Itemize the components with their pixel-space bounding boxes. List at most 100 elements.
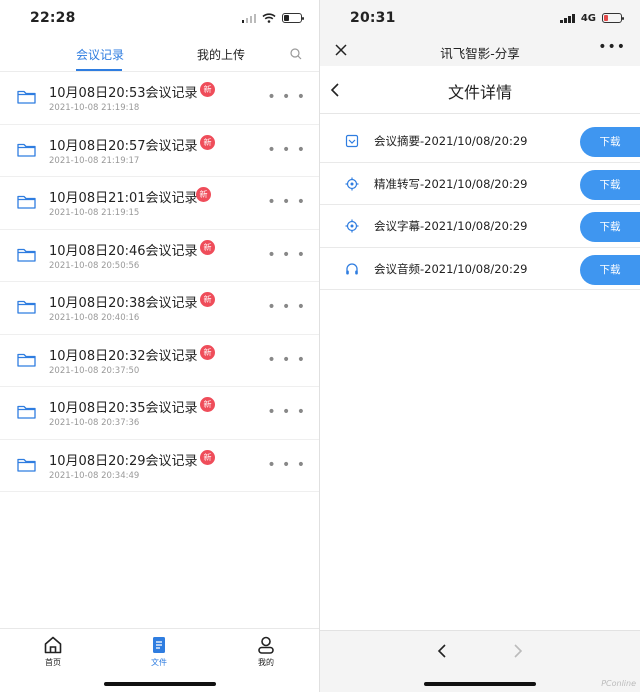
home-indicator bbox=[104, 682, 216, 686]
file-name: 精准转写-2021/10/08/20:29 bbox=[374, 176, 528, 191]
right-screen: 20:31 4G 讯飞智影-分享 ••• 文件详情 会议摘要-2021/10/0… bbox=[320, 0, 640, 692]
more-options-icon[interactable]: • • • bbox=[267, 143, 306, 157]
search-icon[interactable] bbox=[290, 48, 302, 60]
signal-icon bbox=[560, 13, 575, 23]
more-options-icon[interactable]: • • • bbox=[267, 353, 306, 367]
target-icon bbox=[345, 219, 359, 233]
home-indicator bbox=[424, 682, 536, 686]
file-name: 会议字幕-2021/10/08/20:29 bbox=[374, 219, 528, 233]
tab-bar: 会议记录 我的上传 bbox=[0, 36, 320, 72]
record-timestamp: 2021-10-08 20:37:36 bbox=[49, 418, 140, 428]
folder-icon bbox=[17, 143, 36, 157]
page-title: 文件详情 bbox=[447, 83, 512, 102]
download-button[interactable]: 下载 bbox=[580, 169, 640, 200]
window-title: 讯飞智影-分享 bbox=[440, 46, 520, 61]
status-time: 20:31 bbox=[350, 10, 396, 26]
watermark: PConline bbox=[601, 679, 636, 688]
browser-back-icon[interactable] bbox=[436, 643, 448, 659]
file-row: 精准转写-2021/10/08/20:29 下载 bbox=[320, 163, 640, 205]
summary-icon bbox=[345, 134, 359, 148]
bottom-tab-bar: 首页 文件 我的 bbox=[0, 628, 320, 692]
more-options-icon[interactable]: • • • bbox=[267, 195, 306, 209]
signal-icon bbox=[241, 13, 256, 23]
file-row: 会议摘要-2021/10/08/20:29 下载 bbox=[320, 120, 640, 163]
nav-profile-label: 我的 bbox=[258, 658, 274, 667]
list-item[interactable]: 10月08日20:38会议记录 新 2021-10-08 20:40:16 • … bbox=[0, 282, 320, 335]
tab-meeting-records[interactable]: 会议记录 bbox=[76, 46, 124, 63]
new-badge: 新 bbox=[200, 239, 215, 255]
home-icon bbox=[44, 636, 62, 654]
tab-my-uploads[interactable]: 我的上传 bbox=[197, 46, 245, 63]
more-options-icon[interactable]: • • • bbox=[267, 248, 306, 262]
left-screen: 22:28 会议记录 我的上传 10月08日20:53会议记录 新 2021-1… bbox=[0, 0, 320, 692]
record-timestamp: 2021-10-08 21:19:17 bbox=[49, 155, 140, 166]
more-options-icon[interactable]: • • • bbox=[267, 458, 306, 472]
file-name: 会议音频-2021/10/08/20:29 bbox=[374, 261, 528, 276]
browser-forward-icon[interactable] bbox=[512, 643, 524, 659]
browser-nav-bar: PConline bbox=[320, 630, 640, 692]
record-timestamp: 2021-10-08 21:19:15 bbox=[49, 208, 140, 218]
profile-icon bbox=[258, 636, 274, 654]
folder-icon bbox=[17, 458, 36, 472]
record-timestamp: 2021-10-08 20:37:50 bbox=[49, 365, 140, 376]
nav-profile[interactable]: 我的 bbox=[246, 635, 286, 668]
record-timestamp: 2021-10-08 20:50:56 bbox=[49, 260, 140, 271]
list-item[interactable]: 10月08日20:46会议记录 新 2021-10-08 20:50:56 • … bbox=[0, 230, 320, 282]
download-button[interactable]: 下载 bbox=[580, 254, 640, 285]
status-bar: 22:28 bbox=[0, 0, 320, 36]
list-item[interactable]: 10月08日21:01会议记录 新 2021-10-08 21:19:15 • … bbox=[0, 177, 320, 230]
record-timestamp: 2021-10-08 20:34:49 bbox=[49, 470, 140, 481]
file-list: 会议摘要-2021/10/08/20:29 下载 精准转写-2021/10/08… bbox=[320, 120, 640, 290]
webview-title-bar: 讯飞智影-分享 ••• bbox=[320, 36, 640, 66]
file-row: 会议字幕-2021/10/08/20:29 下载 bbox=[320, 205, 640, 248]
file-row: 会议音频-2021/10/08/20:29 下载 bbox=[320, 248, 640, 290]
more-options-icon[interactable]: • • • bbox=[267, 90, 306, 104]
list-item[interactable]: 10月08日20:29会议记录 新 2021-10-08 20:34:49 • … bbox=[0, 440, 320, 492]
battery-icon bbox=[602, 13, 624, 23]
list-item[interactable]: 10月08日20:32会议记录 新 2021-10-08 20:37:50 • … bbox=[0, 335, 320, 387]
battery-icon bbox=[282, 13, 304, 23]
folder-icon bbox=[17, 405, 36, 419]
folder-icon bbox=[17, 248, 36, 262]
new-badge: 新 bbox=[200, 344, 215, 360]
more-menu-icon[interactable]: ••• bbox=[598, 39, 626, 55]
nav-files[interactable]: 文件 bbox=[139, 635, 179, 668]
new-badge: 新 bbox=[196, 187, 211, 202]
new-badge: 新 bbox=[200, 134, 215, 150]
page-header: 文件详情 bbox=[320, 66, 640, 114]
new-badge: 新 bbox=[200, 82, 215, 97]
record-title: 10月08日20:29会议记录 bbox=[49, 453, 198, 469]
file-name: 会议摘要-2021/10/08/20:29 bbox=[374, 134, 528, 148]
list-item[interactable]: 10月08日20:53会议记录 新 2021-10-08 21:19:18 • … bbox=[0, 72, 320, 125]
folder-icon bbox=[17, 90, 36, 104]
new-badge: 新 bbox=[200, 397, 215, 412]
target-icon bbox=[345, 177, 359, 190]
record-title: 10月08日20:38会议记录 bbox=[49, 296, 198, 311]
record-title: 10月08日20:35会议记录 bbox=[49, 401, 198, 416]
meeting-record-list: 10月08日20:53会议记录 新 2021-10-08 21:19:18 • … bbox=[0, 72, 320, 492]
nav-home[interactable]: 首页 bbox=[33, 635, 73, 668]
record-title: 10月08日21:01会议记录 bbox=[49, 191, 198, 206]
download-button[interactable]: 下载 bbox=[580, 127, 640, 157]
record-timestamp: 2021-10-08 21:19:18 bbox=[49, 103, 140, 113]
new-badge: 新 bbox=[200, 292, 215, 307]
headphones-icon bbox=[346, 262, 358, 274]
download-button[interactable]: 下载 bbox=[580, 212, 640, 242]
record-title: 10月08日20:53会议记录 bbox=[49, 86, 198, 101]
list-item[interactable]: 10月08日20:35会议记录 新 2021-10-08 20:37:36 • … bbox=[0, 387, 320, 440]
status-time: 22:28 bbox=[30, 10, 76, 26]
record-title: 10月08日20:46会议记录 bbox=[49, 243, 198, 259]
list-item[interactable]: 10月08日20:57会议记录 新 2021-10-08 21:19:17 • … bbox=[0, 125, 320, 177]
nav-home-label: 首页 bbox=[45, 658, 61, 667]
more-options-icon[interactable]: • • • bbox=[267, 405, 306, 419]
file-icon bbox=[153, 637, 165, 653]
record-timestamp: 2021-10-08 20:40:16 bbox=[49, 313, 140, 323]
wifi-icon bbox=[262, 13, 276, 23]
file-detail-page: 文件详情 会议摘要-2021/10/08/20:29 下载 精准转写-2021/… bbox=[320, 66, 640, 630]
network-type: 4G bbox=[580, 12, 596, 24]
more-options-icon[interactable]: • • • bbox=[267, 300, 306, 314]
folder-icon bbox=[17, 300, 36, 314]
folder-icon bbox=[17, 195, 36, 209]
new-badge: 新 bbox=[200, 449, 215, 465]
status-bar: 20:31 4G bbox=[320, 0, 640, 36]
